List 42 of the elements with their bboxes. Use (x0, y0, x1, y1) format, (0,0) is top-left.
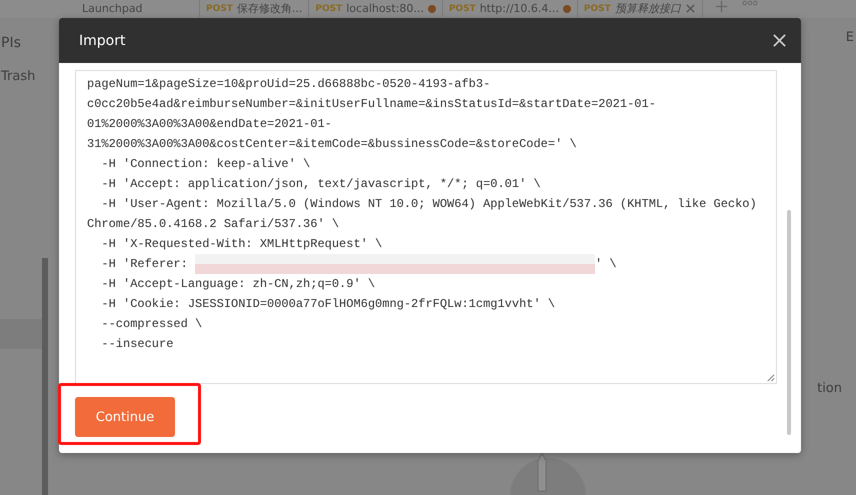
code-line: -H 'Connection: keep-alive' \ (100, 156, 310, 173)
method-label: POST (206, 4, 233, 14)
dialog-title: Import (79, 32, 126, 48)
unsaved-dot-icon (562, 4, 571, 12)
request-tab[interactable]: POST 保存修改角... (200, 0, 310, 17)
request-tab[interactable]: Launchpad (50, 0, 200, 17)
scrollbar-thumb[interactable] (787, 210, 791, 435)
request-tab[interactable]: POST http://10.6.4... (442, 0, 578, 17)
tab-label: localhost:80... (346, 2, 424, 15)
code-line: -H 'Referer: (100, 256, 189, 273)
code-line: --compressed \ (100, 316, 202, 333)
code-line: -H 'Accept-Language: zh-CN,zh;q=0.9' \ (100, 276, 376, 293)
resize-grip-icon[interactable] (766, 373, 775, 382)
code-line: -H 'Cookie: JSESSIONID=0000a77oFlHOM6g0mng-2frFQLw:1cmg1vvht' \ (100, 296, 556, 313)
tab-label: 预算释放接口 (614, 1, 681, 16)
code-line: ' \ (595, 256, 617, 273)
curl-text-area[interactable] (75, 70, 777, 384)
code-line: c0cc20b5e4ad&reimburseNumber=&initUserFullname=&insStatusId=&startDate=2021-01- (87, 96, 656, 113)
code-line: 01%2000%3A00%3A00&endDate=2021-01- (87, 116, 332, 133)
add-tab-icon[interactable] (714, 0, 728, 13)
method-label: POST (584, 4, 611, 14)
code-line: -H 'User-Agent: Mozilla/5.0 (Windows NT 10.0; WOW64) AppleWebKit/537.36 (KHTML, like Gecko) (100, 196, 757, 213)
tab-label: http://10.6.4... (480, 2, 559, 15)
code-line: 31%2000%3A00%3A00&costCenter=&itemCode=&bussinessCode=&storeCode=' \ (87, 136, 577, 153)
sidebar-item[interactable]: Trash (1, 60, 42, 94)
method-label: POST (315, 4, 342, 14)
code-line: -H 'X-Requested-With: XMLHttpRequest' \ (100, 236, 382, 253)
code-line: Chrome/85.0.4168.2 Safari/537.36' \ (87, 216, 340, 233)
tab-label: Launchpad (82, 2, 143, 15)
code-line: -H 'Accept: application/json, text/javascript, */*; q=0.01' \ (100, 176, 541, 193)
request-tab[interactable]: POST localhost:80... (309, 0, 443, 17)
request-tab[interactable]: POST 预算释放接口 (578, 0, 703, 17)
code-line: pageNum=1&pageSize=10&proUid=25.d66888bc-0520-4193-afb3- (87, 76, 490, 93)
method-label: POST (448, 4, 476, 14)
column-header: tion (817, 381, 842, 396)
code-line: --insecure (100, 336, 174, 353)
unsaved-dot-icon (428, 4, 436, 12)
more-icon[interactable] (742, 0, 758, 6)
panel-label: E (846, 30, 854, 45)
sidebar-item[interactable]: PIs (1, 26, 42, 60)
tab-label: 保存修改角... (236, 1, 302, 16)
continue-button[interactable]: Continue (75, 397, 175, 437)
